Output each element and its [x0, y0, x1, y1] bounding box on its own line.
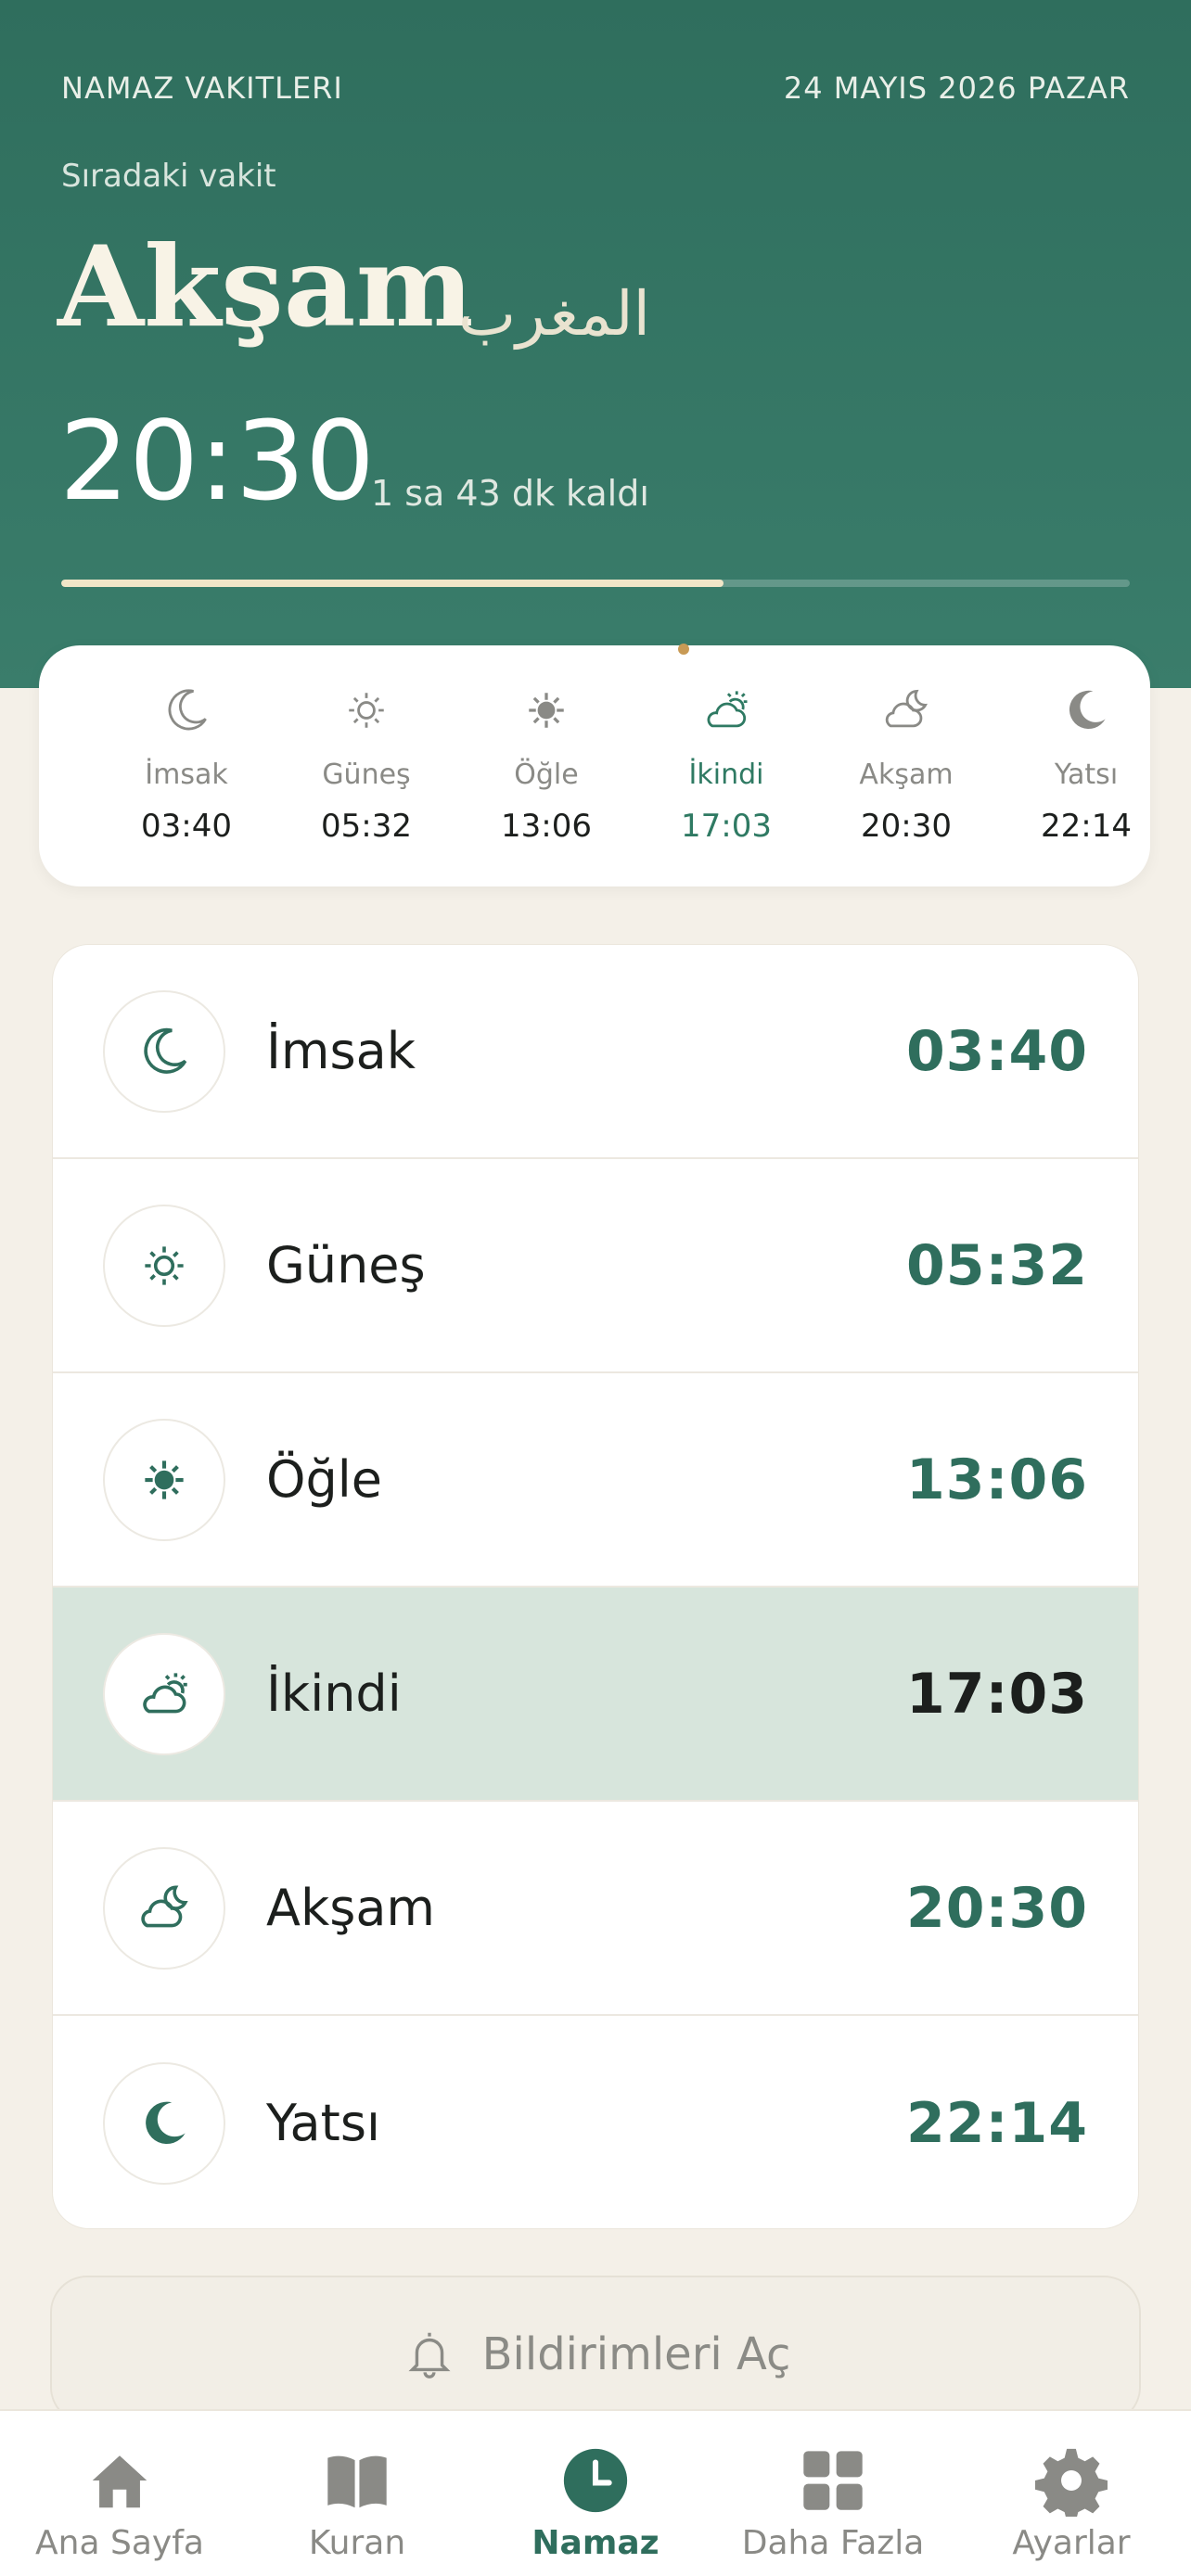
prayer-row-ikindi[interactable]: İkindi 17:03 [53, 1588, 1138, 1802]
progress-bar [61, 580, 1130, 587]
gear-icon [1035, 2448, 1108, 2517]
bottom-tab-bar: Ana Sayfa Kuran Namaz Daha Fazla Ayarlar [0, 2409, 1191, 2576]
row-icon-circle [103, 1204, 225, 1327]
summary-item-gunes[interactable]: Güneş 05:32 [276, 682, 456, 845]
cloud-sun-icon [707, 691, 748, 728]
prayer-name: Güneş [266, 1236, 426, 1294]
tab-home[interactable]: Ana Sayfa [18, 2444, 222, 2562]
prayer-name: Yatsı [266, 2094, 380, 2152]
cloud-moon-icon [141, 1884, 188, 1927]
prayer-row-gunes[interactable]: Güneş 05:32 [53, 1159, 1138, 1373]
prayer-summary-card: İmsak 03:40 Güneş 05:32 Öğle 13:06 İkind… [39, 645, 1150, 886]
summary-name: Yatsı [1054, 759, 1119, 791]
summary-name: Öğle [514, 759, 579, 791]
row-icon-circle [103, 1418, 225, 1541]
summary-item-imsak[interactable]: İmsak 03:40 [96, 682, 276, 845]
sun-icon [529, 693, 564, 728]
summary-time: 20:30 [861, 808, 952, 845]
prayer-name: Öğle [266, 1450, 383, 1509]
filled-moon-icon [146, 2101, 186, 2144]
notify-label: Bildirimleri Aç [481, 2328, 791, 2380]
current-position-dot [678, 644, 689, 655]
prayer-times-list: İmsak 03:40 Güneş 05:32 Öğle 13:06 İkind… [52, 944, 1139, 2229]
app-title: NAMAZ VAKITLERI [61, 70, 343, 106]
prayer-time: 03:40 [906, 1018, 1088, 1084]
crescent-moon-icon [168, 689, 207, 731]
prayer-time: 17:03 [906, 1661, 1088, 1727]
summary-time: 22:14 [1041, 808, 1132, 845]
prayer-time: 20:30 [906, 1875, 1088, 1941]
date-label: 24 MAYIS 2026 PAZAR [783, 70, 1130, 106]
prayer-name: Akşam [266, 1879, 436, 1937]
prayer-name: İmsak [266, 1022, 416, 1080]
summary-time: 03:40 [141, 808, 232, 845]
row-icon-circle [103, 1632, 225, 1755]
summary-item-aksam[interactable]: Akşam 20:30 [816, 682, 996, 845]
prayer-name: İkindi [266, 1664, 402, 1723]
tab-namaz[interactable]: Namaz [493, 2444, 698, 2562]
next-prayer-name: Akşam [58, 222, 474, 352]
cloud-moon-icon [885, 689, 928, 728]
prayer-row-imsak[interactable]: İmsak 03:40 [53, 945, 1138, 1159]
next-prayer-label: Sıradaki vakit [61, 158, 276, 195]
prayer-row-yatsi[interactable]: Yatsı 22:14 [53, 2016, 1138, 2228]
home-icon [92, 2455, 147, 2508]
sun-icon [145, 1460, 184, 1499]
tab-label: Daha Fazla [741, 2524, 925, 2562]
tab-settings[interactable]: Ayarlar [969, 2444, 1173, 2562]
bell-icon [408, 2332, 451, 2378]
progress-fill [61, 580, 724, 587]
sunrise-icon [145, 1245, 184, 1285]
summary-item-ogle[interactable]: Öğle 13:06 [456, 682, 636, 845]
prayer-time: 22:14 [906, 2090, 1088, 2156]
summary-name: Güneş [322, 759, 411, 791]
summary-time: 17:03 [681, 808, 772, 845]
row-icon-circle [103, 2061, 225, 2185]
summary-time: 13:06 [501, 808, 592, 845]
next-prayer-arabic: المغرب [458, 278, 650, 350]
summary-time: 05:32 [321, 808, 412, 845]
book-icon [327, 2455, 387, 2508]
tab-label: Ana Sayfa [35, 2524, 204, 2562]
cloud-sun-icon [143, 1672, 187, 1713]
prayer-row-ogle[interactable]: Öğle 13:06 [53, 1373, 1138, 1588]
prayer-row-aksam[interactable]: Akşam 20:30 [53, 1802, 1138, 2016]
sunrise-icon [349, 693, 384, 728]
summary-name: İkindi [688, 759, 764, 791]
tab-label: Ayarlar [1012, 2524, 1131, 2562]
summary-name: İmsak [145, 759, 228, 791]
summary-item-ikindi[interactable]: İkindi 17:03 [636, 682, 816, 845]
crescent-moon-icon [144, 1027, 187, 1074]
tab-label: Namaz [531, 2524, 660, 2562]
summary-item-yatsi[interactable]: Yatsı 22:14 [996, 682, 1176, 845]
prayer-time: 13:06 [906, 1447, 1088, 1512]
tab-kuran[interactable]: Kuran [255, 2444, 459, 2562]
clock-icon [563, 2448, 628, 2513]
row-icon-circle [103, 1846, 225, 1970]
hero-header: NAMAZ VAKITLERI 24 MAYIS 2026 PAZAR Sıra… [0, 0, 1191, 688]
filled-moon-icon [1069, 690, 1106, 730]
prayer-time: 05:32 [906, 1232, 1088, 1298]
summary-name: Akşam [859, 759, 954, 791]
grid-icon [803, 2451, 863, 2510]
next-prayer-time: 20:30 [59, 397, 376, 525]
time-remaining: 1 sa 43 dk kaldı [371, 473, 649, 514]
row-icon-circle [103, 989, 225, 1113]
tab-more[interactable]: Daha Fazla [731, 2444, 935, 2562]
tab-label: Kuran [308, 2524, 406, 2562]
enable-notifications-button[interactable]: Bildirimleri Aç [50, 2276, 1141, 2424]
